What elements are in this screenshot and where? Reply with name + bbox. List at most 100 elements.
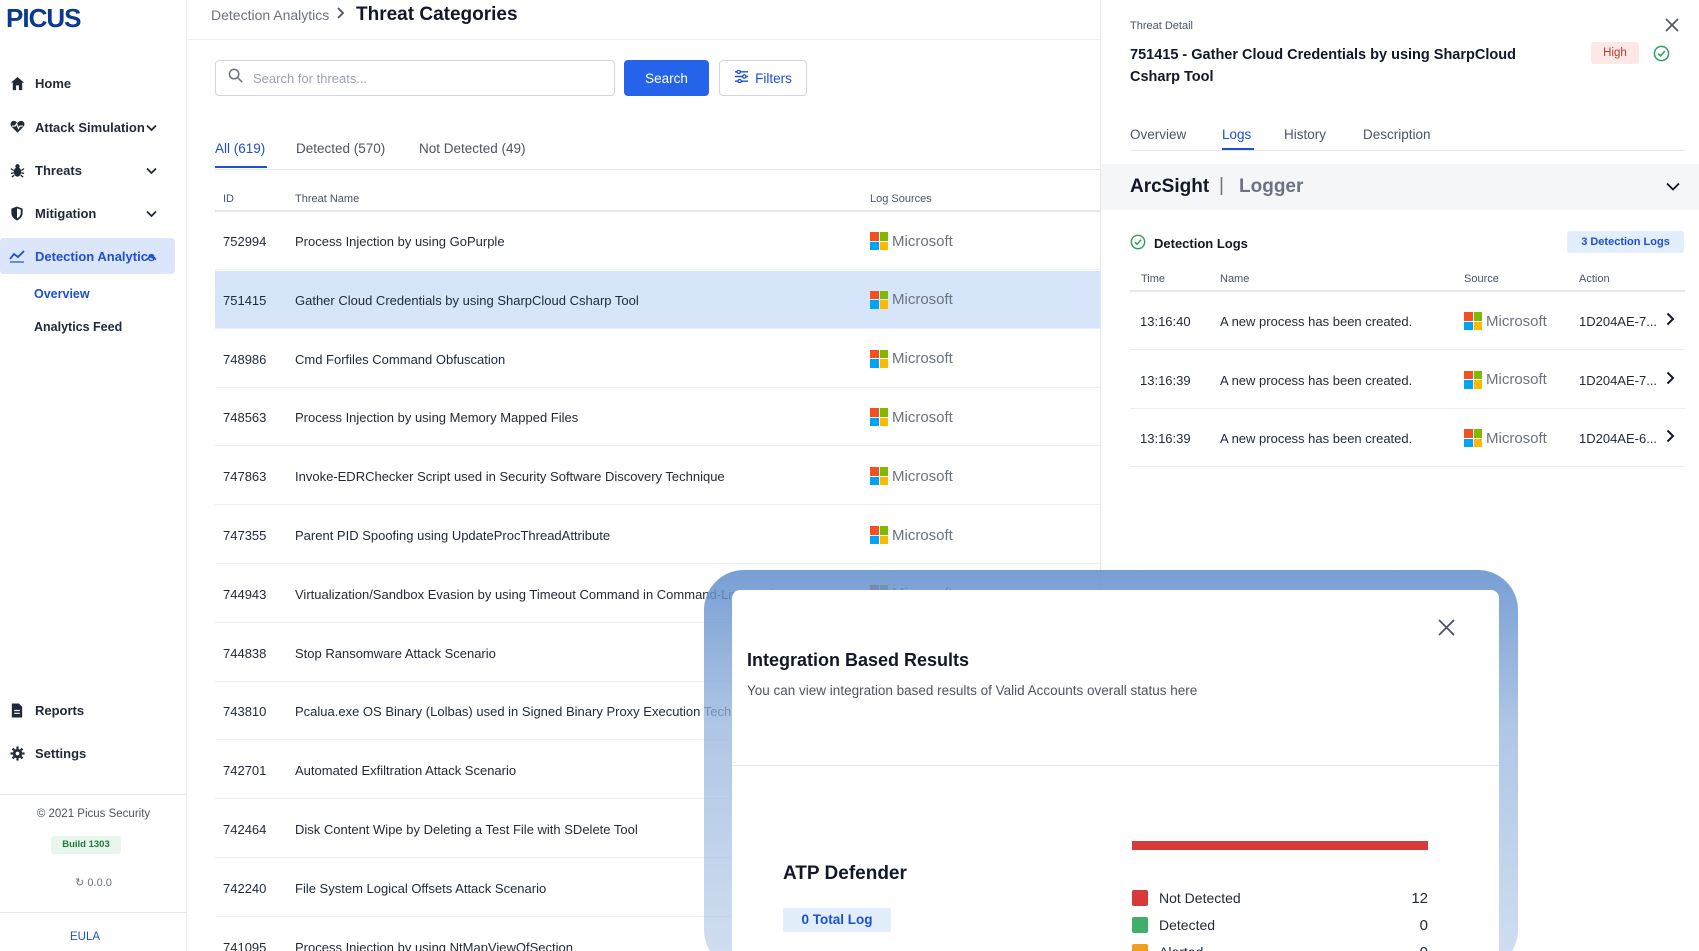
- column-header-threat-name[interactable]: Threat Name: [295, 193, 359, 205]
- log-source: Microsoft: [1464, 312, 1547, 330]
- log-source-label: Microsoft: [892, 291, 953, 309]
- sidebar-item-label: Reports: [35, 702, 85, 718]
- total-log-badge[interactable]: 0 Total Log: [783, 908, 891, 932]
- legend-item: Not Detected 12: [1132, 890, 1428, 907]
- sidebar-item-reports[interactable]: Reports: [0, 692, 175, 728]
- sidebar-item-home[interactable]: Home: [0, 65, 175, 101]
- chevron-right-icon[interactable]: [1666, 312, 1675, 331]
- chevron-right-icon[interactable]: [1666, 371, 1675, 390]
- table-row[interactable]: 748986 Cmd Forfiles Command Obfuscation Mi…: [215, 330, 1100, 388]
- column-header-log-sources[interactable]: Log Sources: [870, 193, 932, 205]
- close-icon[interactable]: [1438, 612, 1455, 643]
- microsoft-logo-icon: [870, 232, 888, 250]
- sidebar-item-label: Detection Analytics: [35, 248, 156, 264]
- bug-icon: [9, 162, 25, 178]
- log-time: 13:16:40: [1140, 314, 1191, 329]
- column-header-source: Source: [1464, 273, 1499, 285]
- sidebar-item-threats[interactable]: Threats: [0, 152, 175, 188]
- threat-id: 742701: [223, 763, 267, 779]
- microsoft-logo-icon: [1464, 312, 1482, 330]
- legend-label: Not Detected: [1159, 890, 1241, 906]
- log-source: Microsoft: [1464, 429, 1547, 447]
- active-tab-indicator: [215, 166, 267, 168]
- log-row[interactable]: 13:16:39 A new process has been created. M…: [1130, 351, 1685, 409]
- sidebar-item-detection-analytics[interactable]: Detection Analytics: [0, 238, 175, 274]
- filters-button[interactable]: Filters: [719, 60, 807, 96]
- tab-not-detected[interactable]: Not Detected (49): [419, 141, 526, 156]
- threat-name: Invoke-EDRChecker Script used in Securit…: [295, 469, 725, 485]
- log-row[interactable]: 13:16:39 A new process has been created. M…: [1130, 409, 1685, 467]
- version-value: 0.0.0: [87, 877, 112, 889]
- threat-name: Stop Ransomware Attack Scenario: [295, 645, 496, 661]
- search-icon: [228, 68, 243, 88]
- column-header-id[interactable]: ID: [223, 193, 234, 205]
- close-icon[interactable]: [1665, 12, 1679, 38]
- sidebar-item-settings[interactable]: Settings: [0, 735, 175, 771]
- threat-id: 743810: [223, 704, 267, 720]
- filters-label: Filters: [755, 70, 792, 86]
- table-row[interactable]: 751415 Gather Cloud Credentials by using …: [215, 270, 1100, 329]
- threat-id: 751415: [223, 292, 267, 308]
- threat-id: 741095: [223, 939, 267, 951]
- check-circle-icon: [1130, 234, 1146, 253]
- log-source-label: Microsoft: [892, 467, 953, 485]
- sidebar-item-label: Settings: [35, 745, 87, 761]
- table-row[interactable]: 752994 Process Injection by using GoPurpl…: [215, 212, 1100, 270]
- detail-title: 751415 - Gather Cloud Credentials by usi…: [1130, 47, 1516, 85]
- search-input[interactable]: [253, 70, 593, 86]
- column-header-action: Action: [1579, 273, 1610, 285]
- tab-history[interactable]: History: [1284, 127, 1326, 142]
- threat-id: 752994: [223, 234, 267, 249]
- sidebar-subitem-overview[interactable]: Overview: [34, 287, 90, 301]
- detection-logs-count-badge[interactable]: 3 Detection Logs: [1567, 231, 1684, 253]
- modal-subtitle: You can view integration based results o…: [747, 683, 1198, 698]
- legend-swatch: [1132, 944, 1148, 951]
- detection-logs-title: Detection Logs: [1154, 236, 1248, 251]
- picus-logo[interactable]: PICUS: [6, 3, 81, 34]
- threat-id: 742240: [223, 880, 267, 896]
- log-source: Microsoft: [870, 526, 953, 544]
- report-icon: [9, 702, 25, 718]
- sidebar-item-mitigation[interactable]: Mitigation: [0, 195, 175, 231]
- severity-badge: High: [1591, 42, 1639, 64]
- legend-item: Detected 0: [1132, 917, 1428, 934]
- log-source-label: Microsoft: [1486, 312, 1547, 330]
- tab-logs[interactable]: Logs: [1222, 127, 1251, 142]
- chevron-right-icon[interactable]: [1666, 429, 1675, 448]
- chevron-right-icon: [336, 6, 346, 25]
- threat-id: 748986: [223, 351, 267, 367]
- sidebar-item-label: Mitigation: [35, 205, 97, 221]
- search-button[interactable]: Search: [624, 60, 709, 96]
- tab-detected[interactable]: Detected (570): [296, 141, 385, 156]
- tab-all[interactable]: All (619): [215, 141, 265, 156]
- divider: [0, 912, 187, 913]
- breadcrumb-parent[interactable]: Detection Analytics: [211, 7, 329, 23]
- table-row[interactable]: 747355 Parent PID Spoofing using UpdatePr…: [215, 506, 1100, 564]
- detection-logs-heading: Detection Logs: [1130, 234, 1248, 253]
- sidebar-subitem-analytics-feed[interactable]: Analytics Feed: [34, 320, 122, 334]
- divider: [0, 794, 187, 795]
- log-source-label: Microsoft: [892, 350, 953, 368]
- column-header-time: Time: [1141, 273, 1166, 285]
- table-row[interactable]: 748563 Process Injection by using Memory …: [215, 388, 1100, 447]
- build-badge: Build 1303: [51, 836, 121, 854]
- integration-accordion[interactable]: ArcSight | Logger: [1101, 164, 1699, 210]
- log-source-label: Microsoft: [892, 526, 953, 544]
- table-row[interactable]: 747863 Invoke-EDRChecker Script used in S…: [215, 447, 1100, 506]
- sidebar-item-label: Attack Simulation: [35, 119, 145, 135]
- heart-pulse-icon: [9, 119, 25, 135]
- search-field[interactable]: [215, 60, 615, 96]
- tab-description[interactable]: Description: [1363, 127, 1431, 142]
- integration-results-modal: Integration Based Results You can view i…: [732, 590, 1499, 951]
- threat-name: Cmd Forfiles Command Obfuscation: [295, 351, 506, 367]
- log-row[interactable]: 13:16:40 A new process has been created. M…: [1130, 292, 1685, 350]
- chevron-down-icon: [146, 206, 157, 221]
- log-time: 13:16:39: [1140, 372, 1191, 388]
- log-source: Microsoft: [870, 467, 953, 486]
- eula-link[interactable]: EULA: [0, 931, 170, 943]
- legend-item: Alerted 0: [1132, 944, 1428, 951]
- tab-overview[interactable]: Overview: [1130, 127, 1186, 142]
- shield-icon: [9, 205, 25, 221]
- microsoft-logo-icon: [870, 467, 888, 486]
- sidebar-item-attack-simulation[interactable]: Attack Simulation: [0, 109, 175, 145]
